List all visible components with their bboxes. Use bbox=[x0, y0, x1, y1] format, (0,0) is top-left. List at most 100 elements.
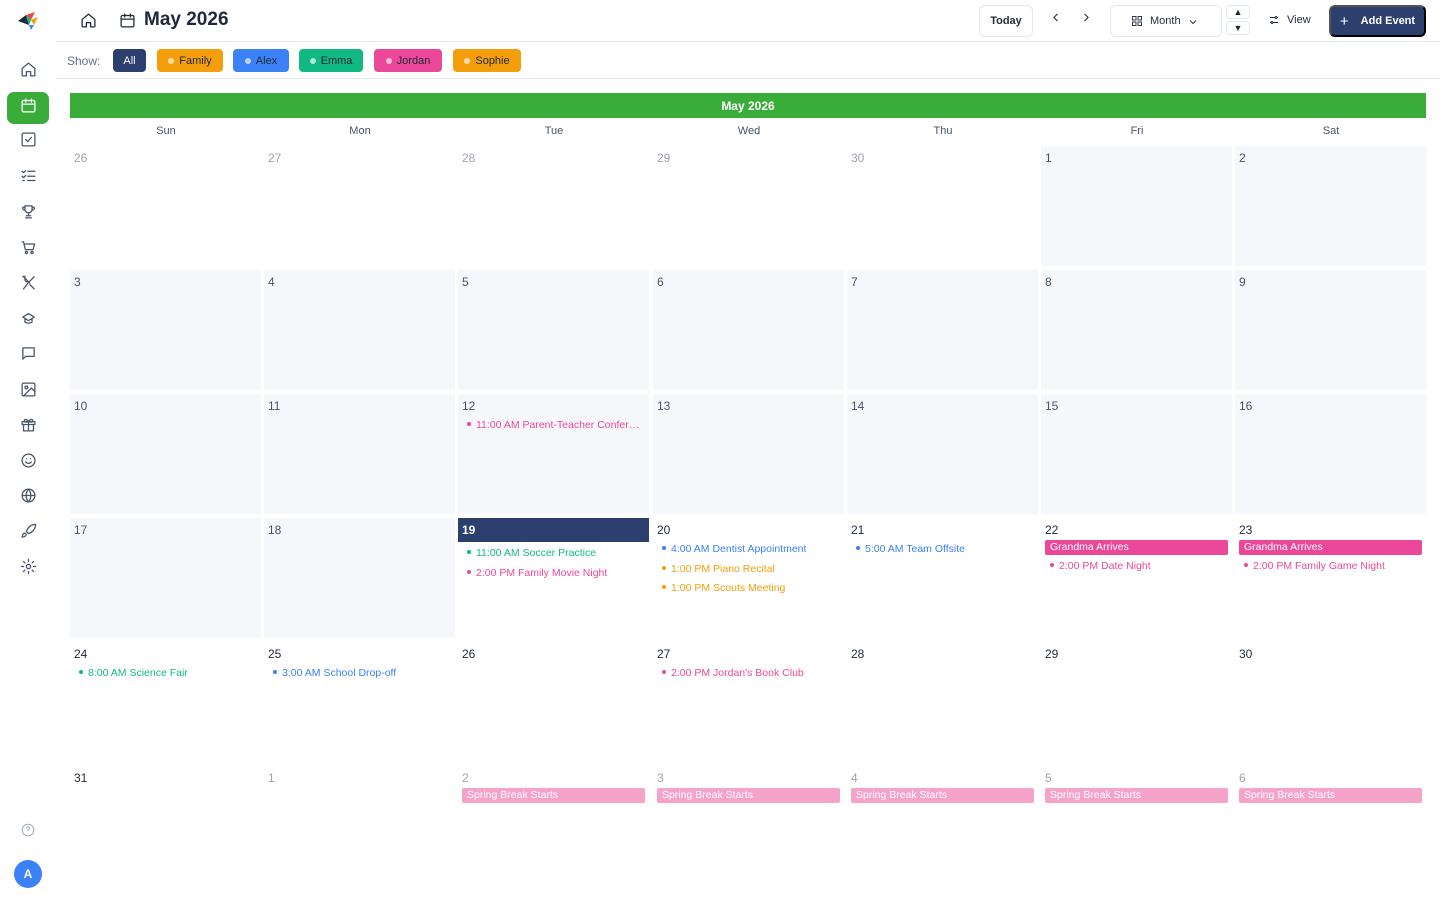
day-cell[interactable]: 30 bbox=[847, 146, 1038, 266]
day-cell[interactable]: 6 bbox=[653, 270, 844, 390]
day-cell[interactable]: 5 bbox=[458, 270, 649, 390]
help-icon[interactable] bbox=[21, 823, 35, 837]
day-cell[interactable]: 3 bbox=[70, 270, 261, 390]
day-cell[interactable]: 4 bbox=[264, 270, 455, 390]
filter-chip-all[interactable]: All bbox=[113, 49, 146, 72]
event-label: 3:00 AM School Drop-off bbox=[282, 667, 397, 679]
day-cell[interactable]: 2 bbox=[1235, 146, 1426, 266]
day-cell[interactable]: 25 3:00 AM School Drop-off bbox=[264, 642, 455, 762]
sidebar-item-meals[interactable] bbox=[7, 269, 49, 301]
day-cell[interactable]: 12 11:00 AM Parent-Teacher Conference bbox=[458, 394, 649, 514]
day-cell[interactable]: 21 5:00 AM Team Offsite bbox=[847, 518, 1038, 638]
day-number: 23 bbox=[1239, 523, 1253, 537]
gear-icon bbox=[20, 558, 37, 580]
day-cell[interactable]: 13 bbox=[653, 394, 844, 514]
day-cell[interactable]: 1 bbox=[264, 766, 455, 886]
all-day-event[interactable]: Spring Break Starts bbox=[1045, 788, 1228, 803]
sidebar-item-tasks[interactable] bbox=[7, 126, 49, 158]
all-day-event[interactable]: Spring Break Starts bbox=[851, 788, 1034, 803]
sidebar-item-shopping[interactable] bbox=[7, 234, 49, 266]
day-cell[interactable]: 29 bbox=[653, 146, 844, 266]
day-cell[interactable]: 19 11:00 AM Soccer Practice 2:00 PM Family… bbox=[458, 518, 649, 638]
day-cell[interactable]: 14 bbox=[847, 394, 1038, 514]
calendar-event[interactable]: 2:00 PM Date Night bbox=[1050, 560, 1151, 572]
sidebar-item-settings[interactable] bbox=[7, 553, 49, 585]
calendar-event[interactable]: 4:00 AM Dentist Appointment bbox=[662, 543, 806, 555]
day-cell[interactable]: 6 Spring Break Starts bbox=[1235, 766, 1426, 886]
sidebar-item-activities[interactable] bbox=[7, 518, 49, 550]
sidebar-item-moods[interactable] bbox=[7, 447, 49, 479]
filter-chip-alex[interactable]: Alex bbox=[233, 49, 289, 72]
day-cell[interactable]: 27 bbox=[264, 146, 455, 266]
stepper-down-button[interactable]: ▼ bbox=[1226, 21, 1250, 35]
stepper-up-button[interactable]: ▲ bbox=[1226, 5, 1250, 19]
calendar-event[interactable]: 2:00 PM Family Game Night bbox=[1244, 560, 1385, 572]
day-cell[interactable]: 16 bbox=[1235, 394, 1426, 514]
day-cell[interactable]: 17 bbox=[70, 518, 261, 638]
all-day-event[interactable]: Spring Break Starts bbox=[657, 788, 840, 803]
calendar-event[interactable]: 11:00 AM Parent-Teacher Conference bbox=[467, 419, 642, 431]
sidebar-item-photos[interactable] bbox=[7, 376, 49, 408]
event-label: 1:00 PM Piano Recital bbox=[671, 562, 775, 575]
day-cell[interactable]: 3 Spring Break Starts bbox=[653, 766, 844, 886]
calendar-event[interactable]: 11:00 AM Soccer Practice bbox=[467, 547, 596, 559]
user-avatar[interactable]: A bbox=[14, 860, 42, 888]
day-cell[interactable]: 7 bbox=[847, 270, 1038, 390]
app-logo[interactable] bbox=[17, 11, 39, 31]
calendar-event[interactable]: 5:00 AM Team Offsite bbox=[856, 543, 965, 555]
view-mode-select[interactable]: Month bbox=[1110, 5, 1222, 37]
sidebar-item-gifts[interactable] bbox=[7, 411, 49, 443]
day-cell[interactable]: 20 4:00 AM Dentist Appointment 1:00 PM Pia… bbox=[653, 518, 844, 638]
filter-chip-jordan[interactable]: Jordan bbox=[374, 49, 442, 72]
next-month-button[interactable] bbox=[1078, 12, 1094, 28]
sidebar-item-messages[interactable] bbox=[7, 340, 49, 372]
filter-chip-sophie[interactable]: Sophie bbox=[453, 49, 521, 72]
calendar-event[interactable]: 1:00 PM Piano Recital bbox=[662, 563, 775, 575]
all-day-event[interactable]: Spring Break Starts bbox=[1239, 788, 1422, 803]
day-cell[interactable]: 10 bbox=[70, 394, 261, 514]
sidebar-item-travel[interactable] bbox=[7, 482, 49, 514]
calendar-event[interactable]: 2:00 PM Family Movie Night bbox=[467, 567, 607, 579]
day-cell[interactable]: 4 Spring Break Starts bbox=[847, 766, 1038, 886]
day-cell[interactable]: 2 Spring Break Starts bbox=[458, 766, 649, 886]
prev-month-button[interactable] bbox=[1047, 12, 1063, 28]
event-label: 2:00 PM Date Night bbox=[1059, 560, 1151, 572]
day-cell[interactable]: 24 8:00 AM Science Fair bbox=[70, 642, 261, 762]
day-cell[interactable]: 8 bbox=[1041, 270, 1232, 390]
day-cell[interactable]: 29 bbox=[1041, 642, 1232, 762]
calendar-event[interactable]: 8:00 AM Science Fair bbox=[79, 667, 188, 679]
all-day-event[interactable]: Spring Break Starts bbox=[462, 788, 645, 803]
sidebar-item-home[interactable] bbox=[7, 56, 49, 88]
day-cell[interactable]: 27 2:00 PM Jordan's Book Club bbox=[653, 642, 844, 762]
view-options-button[interactable]: View bbox=[1268, 10, 1311, 30]
day-cell[interactable]: 30 bbox=[1235, 642, 1426, 762]
filter-chip-emma[interactable]: Emma bbox=[299, 49, 363, 72]
add-event-button[interactable]: + Add Event bbox=[1329, 5, 1426, 37]
day-cell[interactable]: 22 Grandma Arrives 2:00 PM Date Night bbox=[1041, 518, 1232, 638]
day-cell[interactable]: 11 bbox=[264, 394, 455, 514]
day-cell[interactable]: 28 bbox=[847, 642, 1038, 762]
all-day-event[interactable]: Grandma Arrives bbox=[1045, 540, 1228, 555]
day-cell[interactable]: 28 bbox=[458, 146, 649, 266]
day-cell[interactable]: 23 Grandma Arrives 2:00 PM Family Game Nig… bbox=[1235, 518, 1426, 638]
filter-chip-family[interactable]: Family bbox=[157, 49, 223, 72]
calendar-event[interactable]: 1:00 PM Scouts Meeting bbox=[662, 582, 785, 594]
day-cell[interactable]: 18 bbox=[264, 518, 455, 638]
day-cell[interactable]: 9 bbox=[1235, 270, 1426, 390]
calendar-event[interactable]: 3:00 AM School Drop-off bbox=[273, 667, 396, 679]
sidebar-item-calendar[interactable] bbox=[7, 92, 49, 124]
sidebar-item-recipes[interactable] bbox=[7, 305, 49, 337]
sidebar-item-lists[interactable] bbox=[7, 162, 49, 194]
day-cell[interactable]: 15 bbox=[1041, 394, 1232, 514]
today-button[interactable]: Today bbox=[979, 5, 1033, 37]
calendar-event[interactable]: 2:00 PM Jordan's Book Club bbox=[662, 667, 804, 679]
page-title: May 2026 bbox=[144, 9, 229, 30]
day-cell[interactable]: 31 bbox=[70, 766, 261, 886]
sidebar-item-rewards[interactable] bbox=[7, 198, 49, 230]
all-day-event[interactable]: Grandma Arrives bbox=[1239, 540, 1422, 555]
home-button[interactable] bbox=[80, 12, 98, 30]
day-cell[interactable]: 1 bbox=[1041, 146, 1232, 266]
day-cell[interactable]: 26 bbox=[70, 146, 261, 266]
day-cell[interactable]: 5 Spring Break Starts bbox=[1041, 766, 1232, 886]
day-cell[interactable]: 26 bbox=[458, 642, 649, 762]
